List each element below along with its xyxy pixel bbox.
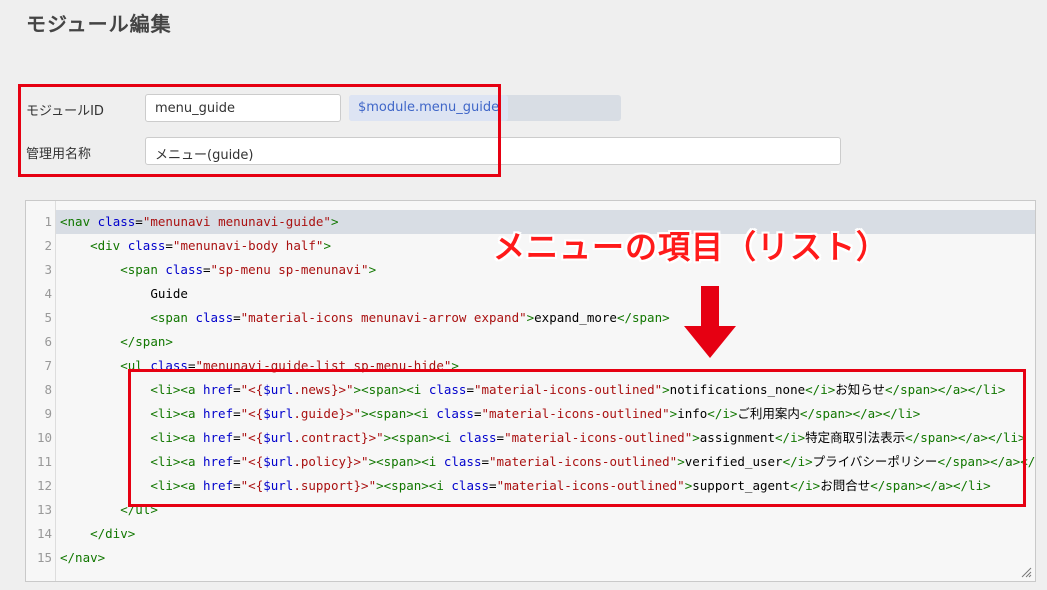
line-number: 9 [44, 406, 52, 421]
code-token: > [323, 238, 331, 253]
code-token: "menunavi-body half" [172, 238, 324, 253]
line-number: 12 [36, 478, 52, 493]
code-text: </span> [60, 330, 173, 354]
code-text: Guide [60, 282, 188, 306]
code-token: </div> [90, 526, 136, 541]
line-number: 5 [44, 310, 52, 325]
code-text: <span class="material-icons menunavi-arr… [60, 306, 670, 330]
down-arrow-icon [684, 286, 736, 358]
code-text: <div class="menunavi-body half"> [60, 234, 331, 258]
line-number: 13 [36, 502, 52, 517]
line-number: 6 [44, 334, 52, 349]
code-text: </div> [60, 522, 135, 546]
page-title: モジュール編集 [26, 12, 172, 36]
code-line[interactable]: 6 </span> [26, 330, 1035, 354]
line-number: 2 [44, 238, 52, 253]
code-token: = [233, 310, 241, 325]
line-number: 1 [44, 214, 52, 229]
code-token: </nav> [60, 550, 106, 565]
list-highlight-frame [128, 369, 1026, 507]
annotation-callout: メニューの項目（リスト） [493, 228, 890, 266]
line-number: 15 [36, 550, 52, 565]
code-token: <nav [60, 214, 98, 229]
code-token: class [97, 214, 136, 229]
code-token: = [203, 262, 211, 277]
code-text: </nav> [60, 546, 105, 570]
code-token: = [135, 214, 143, 229]
line-number: 11 [36, 454, 52, 469]
code-token: expand_more [534, 310, 617, 325]
code-token: <div [90, 238, 128, 253]
resize-handle-icon[interactable] [1020, 566, 1032, 578]
code-token: class [195, 310, 234, 325]
code-text: <nav class="menunavi menunavi-guide"> [60, 210, 339, 234]
code-token: Guide [150, 286, 188, 301]
code-token: > [330, 214, 339, 229]
code-token: </span> [616, 310, 670, 325]
code-token: > [368, 262, 377, 277]
code-token: class [165, 262, 204, 277]
line-number: 7 [44, 358, 52, 373]
line-number: 10 [36, 430, 52, 445]
code-line[interactable]: 15 </nav> [26, 546, 1035, 570]
code-token: "material-icons menunavi-arrow expand" [240, 310, 527, 325]
form-highlight-frame [18, 84, 501, 177]
code-token: <span [150, 310, 196, 325]
code-line[interactable]: 5 <span class="material-icons menunavi-a… [26, 306, 1035, 330]
code-token: = [165, 238, 173, 253]
code-text: <span class="sp-menu sp-menunavi"> [60, 258, 376, 282]
code-line[interactable]: 14 </div> [26, 522, 1035, 546]
code-token: </span> [120, 334, 173, 349]
code-token: "sp-menu sp-menunavi" [210, 262, 369, 277]
code-token: class [127, 238, 166, 253]
line-number: 4 [44, 286, 52, 301]
line-number: 3 [44, 262, 52, 277]
code-token: "menunavi menunavi-guide" [142, 214, 331, 229]
line-number: 8 [44, 382, 52, 397]
code-token: <span [120, 262, 166, 277]
line-number: 14 [36, 526, 52, 541]
code-line[interactable]: 4 Guide [26, 282, 1035, 306]
